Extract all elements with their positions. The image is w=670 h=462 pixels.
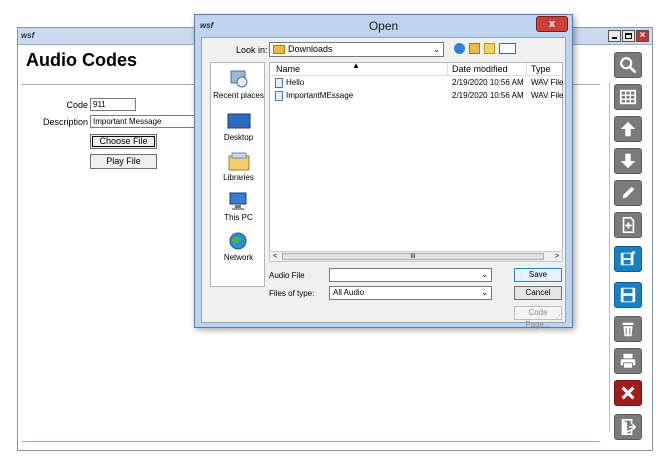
page-title: Audio Codes: [26, 50, 137, 70]
window-close-button[interactable]: ×: [636, 30, 649, 42]
file-name: Hello: [286, 78, 305, 87]
edit-button[interactable]: [614, 180, 642, 206]
cancel-button[interactable]: Cancel: [514, 286, 562, 300]
desktop-icon: [227, 111, 251, 131]
place-libraries[interactable]: Libraries: [211, 151, 266, 182]
maximize-button[interactable]: [622, 30, 635, 42]
file-type-label: Files of type:: [269, 289, 315, 298]
dialog-close-button[interactable]: x: [536, 16, 568, 32]
libraries-icon: [227, 151, 251, 171]
file-date: 2/19/2020 10:56 AM: [452, 78, 524, 87]
chevron-down-icon: ⌄: [481, 270, 488, 279]
place-network[interactable]: Network: [211, 231, 266, 262]
exit-button[interactable]: [614, 414, 642, 440]
up-folder-icon[interactable]: [469, 43, 480, 54]
search-button[interactable]: [614, 52, 642, 78]
scroll-left-icon[interactable]: <: [270, 252, 280, 261]
dialog-titlebar[interactable]: wsf Open x: [195, 15, 572, 37]
chevron-down-icon: ⌄: [481, 288, 488, 297]
delete-button[interactable]: [614, 316, 642, 342]
file-type: WAV File: [531, 91, 564, 100]
save-button[interactable]: [614, 282, 642, 308]
file-type-select[interactable]: All Audio ⌄: [329, 286, 492, 300]
arrow-up-icon: [620, 121, 636, 137]
save-button[interactable]: Save: [514, 268, 562, 282]
toolbar-divider: [609, 82, 610, 432]
file-list-header: Name ▲ Date modified Type: [270, 61, 562, 76]
grid-icon: [619, 89, 637, 105]
choose-file-button[interactable]: Choose File: [90, 134, 157, 149]
code-page-button[interactable]: Code Page...: [514, 306, 562, 329]
view-menu-icon[interactable]: [499, 43, 516, 54]
move-down-button[interactable]: [614, 148, 642, 174]
exit-icon: [621, 418, 637, 436]
scrollbar-thumb[interactable]: III: [282, 253, 544, 260]
save-icon: [620, 287, 636, 303]
file-type: WAV File: [531, 78, 564, 87]
grid-button[interactable]: [614, 84, 642, 110]
save-new-icon: [620, 250, 636, 266]
audio-file-icon: [275, 91, 283, 101]
file-name-combo[interactable]: ⌄: [329, 268, 492, 282]
look-in-label: Look in:: [236, 45, 268, 55]
open-dialog: wsf Open x Look in: Downloads ⌄ Recent p…: [194, 14, 573, 329]
divider: [22, 441, 600, 442]
code-field[interactable]: 911: [90, 98, 136, 111]
column-separator: [526, 63, 527, 76]
file-name-label: Audio File: [269, 271, 305, 280]
scroll-right-icon[interactable]: >: [552, 252, 562, 261]
sort-ascending-icon: ▲: [352, 61, 360, 70]
file-date: 2/19/2020 10:56 AM: [452, 91, 524, 100]
pencil-icon: [622, 186, 635, 199]
resize-grip-icon[interactable]: ⋰: [556, 312, 563, 320]
print-button[interactable]: [614, 348, 642, 374]
cancel-record-button[interactable]: [614, 380, 642, 406]
code-label: Code: [66, 100, 88, 110]
this-pc-icon: [227, 191, 251, 211]
save-new-button[interactable]: [614, 246, 642, 272]
place-recent-places[interactable]: Recent places: [211, 69, 266, 100]
back-icon[interactable]: [454, 43, 465, 54]
column-separator: [447, 63, 448, 76]
print-icon: [620, 353, 636, 369]
network-icon: [227, 231, 251, 251]
window-controls: ×: [608, 30, 649, 42]
dialog-body: Look in: Downloads ⌄ Recent places Deskt…: [201, 37, 566, 329]
move-up-button[interactable]: [614, 116, 642, 142]
description-field[interactable]: Important Message: [90, 115, 196, 128]
column-date-modified[interactable]: Date modified: [452, 64, 508, 74]
places-bar: Recent places Desktop Libraries This PC …: [210, 62, 265, 287]
look-in-select[interactable]: Downloads ⌄: [269, 42, 444, 57]
look-in-value: Downloads: [288, 44, 333, 54]
column-type[interactable]: Type: [531, 64, 551, 74]
audio-file-icon: [275, 78, 283, 88]
new-document-icon: [622, 216, 635, 234]
new-record-button[interactable]: [614, 212, 642, 238]
file-row[interactable]: Hello 2/19/2020 10:56 AM WAV File: [270, 77, 564, 89]
recent-places-icon: [227, 69, 251, 89]
file-name: ImportantMEssage: [286, 91, 354, 100]
chevron-down-icon: ⌄: [433, 45, 440, 54]
navigation-buttons: [454, 43, 516, 54]
file-list: Name ▲ Date modified Type Hello 2/19/202…: [269, 61, 564, 262]
column-name[interactable]: Name: [276, 64, 300, 74]
place-this-pc[interactable]: This PC: [211, 191, 266, 222]
place-desktop[interactable]: Desktop: [211, 111, 266, 142]
close-icon: [621, 386, 635, 400]
play-file-button[interactable]: Play File: [90, 154, 157, 169]
minimize-button[interactable]: [608, 30, 621, 42]
dialog-title: Open: [368, 19, 399, 33]
folder-icon: [273, 45, 285, 54]
arrow-down-icon: [620, 153, 636, 169]
horizontal-scrollbar[interactable]: < III >: [269, 251, 563, 262]
new-folder-icon[interactable]: [484, 43, 495, 54]
description-label: Description: [42, 117, 88, 127]
app-logo: wsf: [21, 31, 35, 40]
search-icon: [620, 57, 637, 74]
file-row[interactable]: ImportantMEssage 2/19/2020 10:56 AM WAV …: [270, 90, 564, 102]
trash-icon: [622, 322, 634, 337]
